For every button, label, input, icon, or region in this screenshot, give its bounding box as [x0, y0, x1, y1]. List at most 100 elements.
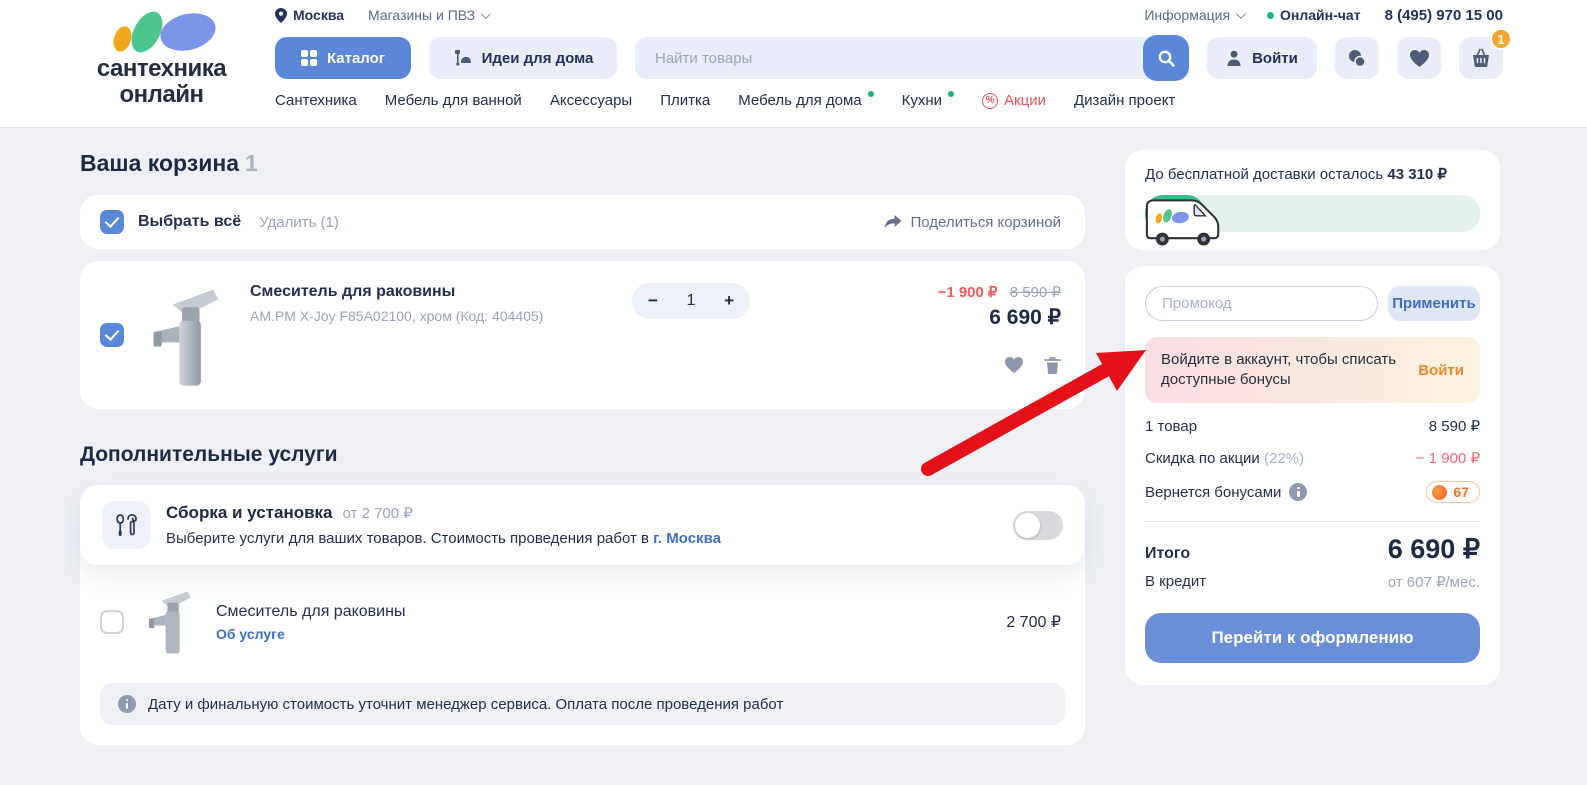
service-item-title: Смеситель для раковины [216, 603, 405, 621]
service-note: Дату и финальную стоимость уточнит менед… [100, 683, 1065, 725]
new-dot-icon [868, 91, 874, 97]
item-old-price: 8 590 ₽ [1010, 284, 1061, 301]
cart-item-row: Смеситель для раковины AM.PM X-Joy F85A0… [80, 261, 1085, 409]
bonus-login-button[interactable]: Войти [1418, 362, 1464, 379]
nav-plitka[interactable]: Плитка [660, 92, 710, 109]
about-service-link[interactable]: Об услуге [216, 626, 405, 642]
select-all-checkbox[interactable] [100, 210, 124, 234]
login-button[interactable]: Войти [1207, 37, 1317, 79]
percent-icon: % [982, 93, 998, 109]
delete-selected-button[interactable]: Удалить (1) [259, 214, 339, 231]
search-input[interactable] [635, 50, 1189, 67]
total-value: 6 690 ₽ [1388, 534, 1480, 565]
services-title: Дополнительные услуги [80, 443, 1085, 467]
summary-row-discount: Скидка по акции (22%) − 1 900 ₽ [1145, 449, 1480, 467]
service-toggle[interactable] [1013, 511, 1063, 540]
new-dot-icon [948, 91, 954, 97]
bonus-coin-icon [1432, 485, 1447, 500]
bonus-banner-text: Войдите в аккаунт, чтобы списать доступн… [1161, 350, 1404, 390]
checkout-button[interactable]: Перейти к оформлению [1145, 613, 1480, 663]
item-checkbox[interactable] [100, 323, 124, 347]
cart-toolbar: Выбрать всё Удалить (1) Поделиться корзи… [80, 195, 1085, 249]
chevron-down-icon [1236, 9, 1246, 19]
favorites-button[interactable] [1397, 37, 1441, 79]
service-main-row: Сборка и установкаот 2 700 ₽ Выберите ус… [80, 485, 1085, 565]
compare-button[interactable] [1335, 37, 1379, 79]
service-from-price: от 2 700 ₽ [343, 505, 413, 522]
tools-icon-box [102, 501, 150, 549]
nav-kukhni[interactable]: Кухни [902, 92, 954, 109]
nav-mebel-vannoy[interactable]: Мебель для ванной [385, 92, 522, 109]
summary-row-items: 1 товар 8 590 ₽ [1145, 417, 1480, 435]
user-icon [1226, 50, 1242, 67]
item-title: Смеситель для раковины [250, 283, 580, 301]
qty-decrease-button[interactable]: − [648, 291, 658, 311]
basket-icon [1470, 48, 1492, 68]
information-menu[interactable]: Информация [1144, 7, 1243, 23]
stores-link[interactable]: Магазины и ПВЗ [368, 7, 488, 23]
credit-row: В кредит от 607 ₽/мес. [1145, 573, 1480, 591]
location-pin-icon [275, 8, 287, 23]
item-discount: −1 900 ₽ [938, 284, 998, 301]
heart-icon [1004, 356, 1024, 374]
nav-aksessuary[interactable]: Аксессуары [550, 92, 632, 109]
summary-row-bonus: Вернется бонусами 67 [1145, 481, 1480, 503]
nav-akcii[interactable]: %Акции [982, 92, 1046, 109]
heart-icon [1409, 49, 1430, 68]
free-delivery-card: До бесплатной доставки осталось 43 310 ₽ [1125, 150, 1500, 250]
delivery-progress-bar [1145, 195, 1480, 232]
share-icon [884, 215, 902, 230]
service-description: Выберите услуги для ваших товаров. Стоим… [166, 530, 721, 547]
summary-divider [1145, 521, 1480, 522]
phone-number[interactable]: 8 (495) 970 15 00 [1385, 7, 1503, 24]
add-to-favorites-button[interactable] [1004, 356, 1024, 375]
nav-mebel-doma[interactable]: Мебель для дома [738, 92, 873, 109]
compare-icon [1346, 48, 1368, 69]
home-ideas-button[interactable]: Идеи для дома [429, 37, 617, 79]
search-button[interactable] [1143, 35, 1189, 81]
product-image-faucet [142, 283, 230, 391]
order-summary-card: Применить Войдите в аккаунт, чтобы списа… [1125, 266, 1500, 685]
free-delivery-text: До бесплатной доставки осталось 43 310 ₽ [1145, 165, 1480, 183]
city-selector[interactable]: Москва [275, 7, 344, 23]
item-price: 6 690 ₽ [836, 305, 1061, 330]
logo[interactable]: сантехника онлайн [80, 0, 243, 127]
apply-promo-button[interactable]: Применить [1388, 286, 1480, 321]
cart-button[interactable]: 1 [1459, 37, 1503, 79]
items-subtotal: 8 590 ₽ [1429, 417, 1480, 435]
site-header: сантехника онлайн Москва Магазины и ПВЗ … [0, 0, 1587, 128]
online-chat-link[interactable]: Онлайн-чат [1267, 7, 1361, 23]
total-row: Итого 6 690 ₽ [1145, 534, 1480, 565]
remove-item-button[interactable] [1044, 356, 1061, 375]
service-sub-row: Смеситель для раковины Об услуге 2 700 ₽ [80, 565, 1085, 665]
nav-santekhnika[interactable]: Сантехника [275, 92, 357, 109]
catalog-button[interactable]: Каталог [275, 37, 411, 79]
delivery-truck-icon [1140, 192, 1226, 250]
grid-icon [301, 50, 317, 66]
chevron-down-icon [481, 9, 491, 19]
online-status-icon [1267, 12, 1274, 19]
tools-icon [114, 512, 138, 538]
credit-value: от 607 ₽/мес. [1388, 573, 1480, 591]
service-city-link[interactable]: г. Москва [653, 530, 721, 547]
bonus-info-icon[interactable] [1289, 483, 1307, 501]
service-product-image-faucet [142, 587, 198, 657]
promo-code-input[interactable] [1145, 286, 1378, 321]
logo-text: сантехника онлайн [80, 56, 243, 108]
main-nav: Сантехника Мебель для ванной Аксессуары … [275, 92, 1503, 109]
trash-icon [1044, 356, 1061, 375]
item-subtitle: AM.PM X-Joy F85A02100, хром (Код: 404405… [250, 308, 580, 324]
page-title: Ваша корзина1 [80, 150, 1085, 177]
services-card: Сборка и установкаот 2 700 ₽ Выберите ус… [80, 485, 1085, 745]
qty-increase-button[interactable]: + [724, 291, 734, 311]
bonus-login-banner: Войдите в аккаунт, чтобы списать доступн… [1145, 337, 1480, 403]
share-cart-button[interactable]: Поделиться корзиной [884, 214, 1061, 231]
cart-count-badge: 1 [1490, 28, 1512, 50]
search-bar [635, 37, 1189, 79]
free-delivery-amount: 43 310 ₽ [1387, 166, 1447, 183]
service-item-price: 2 700 ₽ [1006, 612, 1061, 632]
search-icon [1157, 49, 1176, 68]
ideas-lamp-icon [453, 49, 472, 67]
nav-dizayn-proekt[interactable]: Дизайн проект [1074, 92, 1175, 109]
service-item-checkbox[interactable] [100, 610, 124, 634]
